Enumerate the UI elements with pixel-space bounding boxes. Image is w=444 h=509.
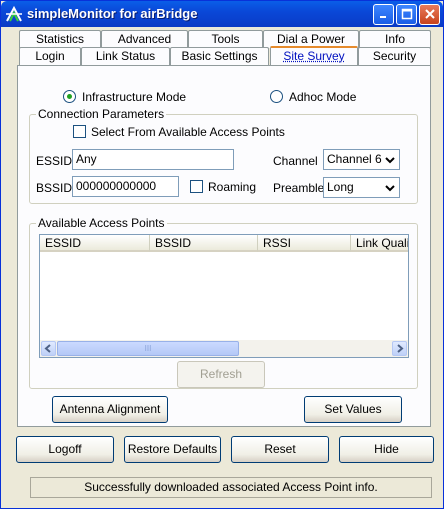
- column-header-bssid[interactable]: BSSID: [150, 235, 258, 252]
- bssid-label: BSSID: [36, 181, 73, 195]
- scroll-right-button[interactable]: [392, 341, 407, 356]
- tab-advanced[interactable]: Advanced: [101, 30, 188, 48]
- reset-button[interactable]: Reset: [231, 436, 329, 463]
- chevron-down-icon[interactable]: [382, 151, 398, 168]
- set-values-button[interactable]: Set Values: [304, 396, 402, 423]
- window-title: simpleMonitor for airBridge: [27, 6, 198, 21]
- scroll-left-button[interactable]: [41, 341, 56, 356]
- minimize-button[interactable]: [373, 4, 394, 25]
- close-icon: [424, 9, 435, 19]
- roaming-label[interactable]: Roaming: [208, 180, 256, 194]
- bssid-input[interactable]: 000000000000: [72, 176, 179, 197]
- airbridge-logo-icon: [5, 5, 23, 23]
- close-button[interactable]: [419, 4, 440, 25]
- access-points-list[interactable]: ESSID BSSID RSSI Link Quality III: [39, 234, 409, 358]
- adhoc-mode-label[interactable]: Adhoc Mode: [289, 90, 356, 104]
- antenna-alignment-button[interactable]: Antenna Alignment: [52, 396, 168, 423]
- column-header-rssi[interactable]: RSSI: [258, 235, 351, 252]
- available-access-points-title: Available Access Points: [36, 216, 167, 230]
- status-bar: Successfully downloaded associated Acces…: [30, 477, 432, 498]
- chevron-right-icon: [397, 344, 404, 353]
- tab-tools[interactable]: Tools: [188, 30, 263, 48]
- logoff-button[interactable]: Logoff: [16, 436, 114, 463]
- adhoc-mode-radio[interactable]: [270, 90, 283, 103]
- preamble-value: Long: [327, 180, 354, 194]
- connection-parameters-title: Connection Parameters: [36, 107, 167, 121]
- tab-statistics[interactable]: Statistics: [19, 30, 101, 48]
- tab-basic-settings[interactable]: Basic Settings: [170, 47, 269, 65]
- select-from-available-checkbox[interactable]: [73, 125, 86, 138]
- maximize-button[interactable]: [396, 4, 417, 25]
- site-survey-page: Infrastructure Mode Adhoc Mode Connectio…: [17, 65, 431, 427]
- tab-login[interactable]: Login: [19, 47, 81, 65]
- tab-info[interactable]: Info: [359, 30, 431, 48]
- minimize-icon: [379, 16, 386, 18]
- tab-site-survey[interactable]: Site Survey: [270, 46, 358, 65]
- column-header-link-quality[interactable]: Link Quality: [351, 235, 408, 252]
- channel-value: Channel 6: [327, 152, 382, 166]
- infrastructure-mode-label[interactable]: Infrastructure Mode: [82, 90, 186, 104]
- roaming-checkbox[interactable]: [190, 180, 203, 193]
- select-from-available-label[interactable]: Select From Available Access Points: [91, 125, 285, 139]
- preamble-label: Preamble: [273, 181, 325, 195]
- title-bar[interactable]: simpleMonitor for airBridge: [1, 1, 443, 27]
- hide-button[interactable]: Hide: [339, 436, 434, 463]
- radio-selected-dot: [67, 94, 72, 99]
- maximize-icon: [401, 8, 412, 20]
- essid-input[interactable]: Any: [72, 149, 234, 170]
- tab-security[interactable]: Security: [358, 47, 431, 65]
- essid-label: ESSID: [36, 154, 73, 168]
- scroll-thumb[interactable]: III: [57, 341, 239, 356]
- chevron-left-icon: [44, 344, 51, 353]
- channel-select[interactable]: Channel 6: [323, 149, 400, 170]
- connection-parameters-group: Connection Parameters Select From Availa…: [29, 107, 418, 204]
- chevron-down-icon[interactable]: [382, 179, 398, 196]
- app-window: simpleMonitor for airBridge Statistics A…: [0, 0, 444, 509]
- refresh-button[interactable]: Refresh: [177, 361, 265, 388]
- horizontal-scrollbar[interactable]: III: [40, 340, 408, 357]
- restore-defaults-button[interactable]: Restore Defaults: [124, 436, 221, 463]
- available-access-points-group: Available Access Points ESSID BSSID RSSI…: [29, 216, 418, 389]
- tab-link-status[interactable]: Link Status: [81, 47, 170, 65]
- infrastructure-mode-radio[interactable]: [63, 90, 76, 103]
- column-header-essid[interactable]: ESSID: [40, 235, 150, 252]
- channel-label: Channel: [273, 154, 318, 168]
- preamble-select[interactable]: Long: [323, 177, 400, 198]
